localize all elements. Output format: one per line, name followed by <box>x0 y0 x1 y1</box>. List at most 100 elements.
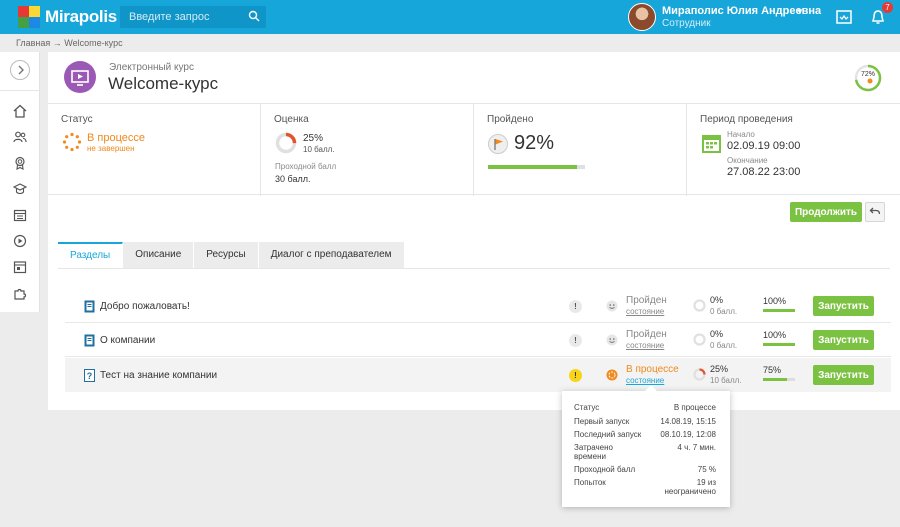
play-icon[interactable] <box>13 234 27 248</box>
tab-description[interactable]: Описание <box>123 242 195 268</box>
score-title: Оценка <box>274 114 309 125</box>
section-state: Пройден <box>626 295 667 306</box>
state-link[interactable]: состояние <box>626 376 664 385</box>
run-button[interactable]: Запустить <box>813 365 874 385</box>
section-points: 0 балл. <box>710 341 738 350</box>
state-link[interactable]: состояние <box>626 307 664 316</box>
search-box <box>120 6 266 28</box>
section-name[interactable]: Добро пожаловать! <box>100 301 190 312</box>
users-icon[interactable] <box>13 130 27 144</box>
period-title: Период проведения <box>700 114 793 125</box>
schedule-icon[interactable] <box>13 260 27 274</box>
divider <box>0 90 40 91</box>
tooltip-value: 4 ч. 7 мин. <box>677 443 716 452</box>
section-progress-bar <box>763 378 795 381</box>
back-button[interactable] <box>865 202 885 222</box>
course-progress-label: 72% <box>861 71 876 78</box>
puzzle-icon[interactable] <box>13 286 27 300</box>
status-stat: Статус В процессе не завершен <box>48 104 261 196</box>
tooltip-key: Попыток <box>574 478 606 487</box>
section-row[interactable]: ? Тест на знание компании ! В процессе с… <box>65 358 891 392</box>
book-icon <box>84 300 95 313</box>
course-progress-ring: 72% <box>854 64 882 92</box>
section-progress: 100% <box>763 330 787 340</box>
graduation-cap-icon[interactable] <box>13 182 27 196</box>
section-name[interactable]: О компании <box>100 335 155 346</box>
breadcrumb-home[interactable]: Главная <box>16 38 50 48</box>
search-icon[interactable] <box>248 10 260 22</box>
course-monitor-icon <box>64 61 96 93</box>
score-pie-icon <box>693 368 706 381</box>
tooltip-value: 19 из неограничено <box>664 478 716 496</box>
breadcrumb: Главная → Welcome-курс <box>16 38 123 48</box>
start-datetime: 02.09.19 09:00 <box>727 140 800 152</box>
run-button[interactable]: Запустить <box>813 296 874 316</box>
continue-button[interactable]: Продолжить <box>790 202 862 222</box>
tooltip-value: В процессе <box>673 403 716 412</box>
section-progress: 75% <box>763 365 782 375</box>
start-time: 09:00 <box>772 140 801 152</box>
expand-menu-button[interactable] <box>10 60 30 80</box>
period-stat: Период проведения Начало 02.09.19 09:00 … <box>687 104 900 196</box>
passed-bar <box>488 165 585 169</box>
user-role: Сотрудник <box>662 18 711 29</box>
smile-icon <box>606 334 618 346</box>
pass-score-value: 30 балл. <box>275 174 311 184</box>
breadcrumb-current: Welcome-курс <box>64 38 123 48</box>
warning-icon[interactable]: ! <box>569 334 582 347</box>
search-input[interactable] <box>120 6 240 28</box>
run-button[interactable]: Запустить <box>813 330 874 350</box>
section-name[interactable]: Тест на знание компании <box>100 370 217 381</box>
divider <box>58 268 890 269</box>
passed-stat: Пройдено 92% <box>474 104 687 196</box>
in-progress-status-icon <box>606 369 618 381</box>
tab-sections[interactable]: Разделы <box>58 242 124 268</box>
calendar-icon[interactable] <box>13 208 27 222</box>
pass-score-label: Проходной балл <box>275 162 337 171</box>
score-value: 25% <box>303 133 324 144</box>
chevron-down-icon[interactable]: ▼ <box>796 7 804 16</box>
end-label: Окончание <box>727 156 768 165</box>
status-value: В процессе <box>87 132 145 144</box>
award-icon[interactable] <box>13 156 27 170</box>
svg-text:?: ? <box>87 371 93 381</box>
course-type: Электронный курс <box>109 62 194 73</box>
section-points: 0 балл. <box>710 307 738 316</box>
section-score: 25% <box>710 364 729 374</box>
avatar[interactable] <box>628 3 656 31</box>
passed-title: Пройдено <box>487 114 534 125</box>
warning-icon[interactable]: ! <box>569 300 582 313</box>
book-icon <box>84 334 95 347</box>
state-link[interactable]: состояние <box>626 341 664 350</box>
end-time: 23:00 <box>772 166 801 178</box>
tab-resources[interactable]: Ресурсы <box>194 242 259 268</box>
section-row[interactable]: О компании ! Пройден состояние 0% 0 балл… <box>65 323 891 357</box>
score-pie-icon <box>275 132 297 154</box>
tab-teacher-dialog[interactable]: Диалог с преподавателем <box>258 242 405 268</box>
undo-icon <box>869 207 881 214</box>
score-pie-icon <box>693 333 706 346</box>
status-sub: не завершен <box>87 144 135 153</box>
mail-icon[interactable] <box>835 8 853 26</box>
status-title: Статус <box>61 114 93 125</box>
start-label: Начало <box>727 130 755 139</box>
section-row[interactable]: Добро пожаловать! ! Пройден состояние 0%… <box>65 289 891 323</box>
tooltip-key: Последний запуск <box>574 430 642 439</box>
logo[interactable]: Mirapolis <box>18 6 117 28</box>
home-icon[interactable] <box>13 104 27 118</box>
calendar-icon <box>702 135 721 153</box>
score-stat: Оценка 25% 10 балл. Проходной балл 30 ба… <box>261 104 474 196</box>
tooltip-key: Первый запуск <box>574 417 630 426</box>
logo-cube-icon <box>18 6 40 28</box>
score-points: 10 балл. <box>303 145 335 154</box>
stats-panel: Статус В процессе не завершен Оценка 25%… <box>48 103 900 196</box>
flag-icon <box>488 134 508 154</box>
tooltip-key: Статус <box>574 403 600 412</box>
section-progress-bar <box>763 309 795 312</box>
section-points: 10 балл. <box>710 376 742 385</box>
start-date: 02.09.19 <box>727 140 770 152</box>
end-date: 27.08.22 <box>727 166 770 178</box>
section-state: В процессе <box>626 364 679 375</box>
warning-icon[interactable]: ! <box>569 369 582 382</box>
tab-bar: Разделы Описание Ресурсы Диалог с препод… <box>58 242 405 268</box>
